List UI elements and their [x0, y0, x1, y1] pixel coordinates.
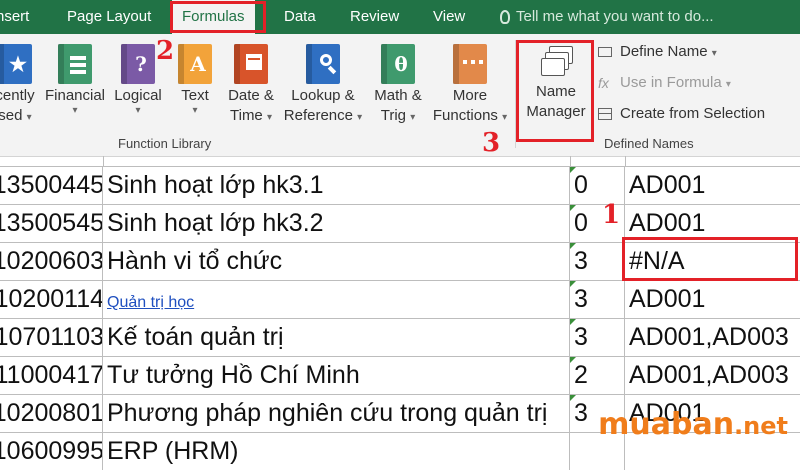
- ribbon-tab-bar: nsert Page Layout Formulas Data Review V…: [0, 0, 800, 34]
- step-3-marker: 3: [482, 128, 501, 158]
- recently-used-label: cently: [0, 87, 35, 104]
- date-time-book-icon: [234, 44, 268, 84]
- use-in-formula-label: Use in Formula: [620, 74, 722, 91]
- more-functions-label: More: [452, 87, 488, 104]
- text-book-icon: A: [178, 44, 212, 84]
- lookup-reference-button[interactable]: Lookup & Reference ▾: [283, 44, 363, 128]
- course-link[interactable]: Quản trị học: [107, 294, 194, 311]
- cell-code[interactable]: 10701103: [0, 319, 103, 356]
- error-indicator: [570, 395, 576, 401]
- lookup-book-icon: [306, 44, 340, 84]
- more-functions-label-2: Functions: [432, 107, 498, 124]
- cell-code[interactable]: 10200801: [0, 395, 103, 432]
- error-indicator: [570, 205, 576, 211]
- na-cell-highlight: [622, 237, 798, 281]
- date-time-label-2: Time: [230, 107, 263, 124]
- lightbulb-icon: [500, 10, 510, 25]
- function-library-group-label: Function Library: [118, 136, 212, 151]
- name-manager-highlight: [516, 40, 594, 142]
- cell-code[interactable]: 11000417: [0, 357, 103, 394]
- error-indicator: [570, 281, 576, 287]
- cell-course-name[interactable]: Quản trị học: [103, 281, 570, 318]
- lookup-reference-label-2: Reference: [283, 107, 353, 124]
- financial-book-icon: [58, 44, 92, 84]
- tell-me-search[interactable]: Tell me what you want to do...: [500, 0, 714, 34]
- cell-course-name[interactable]: Tư tưởng Hồ Chí Minh: [103, 357, 570, 394]
- cell-course-name[interactable]: Sinh hoạt lớp hk3.1: [103, 167, 570, 204]
- cell-code[interactable]: 13500545: [0, 205, 103, 242]
- muaban-watermark-logo: muaban.net: [598, 407, 788, 442]
- recently-used-label-2: sed: [0, 107, 23, 124]
- formulas-tab-highlight: [170, 1, 266, 33]
- more-functions-icon: [453, 44, 487, 84]
- cell-code[interactable]: 10200114: [0, 281, 103, 318]
- cell-credits[interactable]: 2: [570, 357, 625, 394]
- ribbon-formulas: ★ cently sed ▾ Financial ▾ ? Logical ▾ A…: [0, 34, 800, 157]
- step-1-marker: 1: [602, 200, 621, 230]
- cell-group[interactable]: AD001,AD003: [625, 357, 800, 394]
- tell-me-text: Tell me what you want to do...: [516, 8, 714, 25]
- logical-book-icon: ?: [121, 44, 155, 84]
- fx-icon: fx: [598, 75, 609, 92]
- cell-code[interactable]: 13500445: [0, 167, 103, 204]
- error-indicator: [570, 243, 576, 249]
- cell-course-name[interactable]: Phương pháp nghiên cứu trong quản trị: [103, 395, 570, 432]
- error-indicator: [570, 167, 576, 173]
- cell-credits[interactable]: 0: [570, 167, 625, 204]
- recently-used-button[interactable]: ★ cently sed ▾: [0, 44, 44, 128]
- cell-course-name[interactable]: Sinh hoạt lớp hk3.2: [103, 205, 570, 242]
- table-row: 13500445 Sinh hoạt lớp hk3.1 0 AD001: [0, 167, 800, 205]
- tab-data[interactable]: Data: [284, 0, 316, 34]
- create-from-selection-button[interactable]: Create from Selection: [598, 105, 765, 122]
- cell-course-name[interactable]: Hành vi tổ chức: [103, 243, 570, 280]
- table-row: 10701103 Kế toán quản trị 3 AD001,AD003: [0, 319, 800, 357]
- partial-row-top: [0, 156, 800, 167]
- tab-page-layout[interactable]: Page Layout: [67, 0, 151, 34]
- define-name-button[interactable]: Define Name ▾: [598, 43, 717, 60]
- cell-group[interactable]: AD001: [625, 281, 800, 318]
- create-from-selection-icon: [598, 107, 614, 121]
- define-name-label: Define Name: [620, 43, 708, 60]
- error-indicator: [570, 357, 576, 363]
- cell-course-name[interactable]: ERP (HRM): [103, 433, 570, 470]
- table-row: 10200114 Quản trị học 3 AD001: [0, 281, 800, 319]
- defined-names-group-label: Defined Names: [604, 136, 694, 151]
- cell-credits[interactable]: 3: [570, 281, 625, 318]
- star-icon: ★: [0, 44, 32, 84]
- define-name-icon: [598, 45, 614, 59]
- tab-review[interactable]: Review: [350, 0, 399, 34]
- financial-label: Financial: [44, 87, 106, 104]
- date-time-button[interactable]: Date & Time ▾: [222, 44, 280, 128]
- logical-label: Logical: [114, 87, 162, 104]
- step-2-marker: 2: [156, 36, 175, 66]
- cell-course-name[interactable]: Kế toán quản trị: [103, 319, 570, 356]
- math-book-icon: θ: [381, 44, 415, 84]
- math-trig-label-2: Trig: [380, 107, 407, 124]
- tab-insert[interactable]: nsert: [0, 0, 29, 34]
- cell-code[interactable]: 10600995: [0, 433, 103, 470]
- text-button[interactable]: A Text ▾: [174, 44, 216, 116]
- math-trig-label: Math &: [374, 87, 422, 104]
- cell-credits[interactable]: 3: [570, 243, 625, 280]
- cell-credits[interactable]: 3: [570, 319, 625, 356]
- lookup-reference-label: Lookup &: [291, 87, 355, 104]
- tab-view[interactable]: View: [433, 0, 465, 34]
- error-indicator: [570, 319, 576, 325]
- math-trig-button[interactable]: θ Math & Trig ▾: [368, 44, 428, 128]
- cell-code[interactable]: 10200603: [0, 243, 103, 280]
- more-functions-button[interactable]: More Functions ▾: [430, 44, 510, 128]
- cell-group[interactable]: AD001,AD003: [625, 319, 800, 356]
- text-label: Text: [181, 87, 209, 104]
- use-in-formula-button[interactable]: fx Use in Formula ▾: [598, 74, 731, 91]
- date-time-label: Date &: [228, 87, 274, 104]
- create-from-selection-label: Create from Selection: [620, 105, 766, 122]
- cell-group[interactable]: AD001: [625, 167, 800, 204]
- table-row: 11000417 Tư tưởng Hồ Chí Minh 2 AD001,AD…: [0, 357, 800, 395]
- financial-button[interactable]: Financial ▾: [42, 44, 108, 116]
